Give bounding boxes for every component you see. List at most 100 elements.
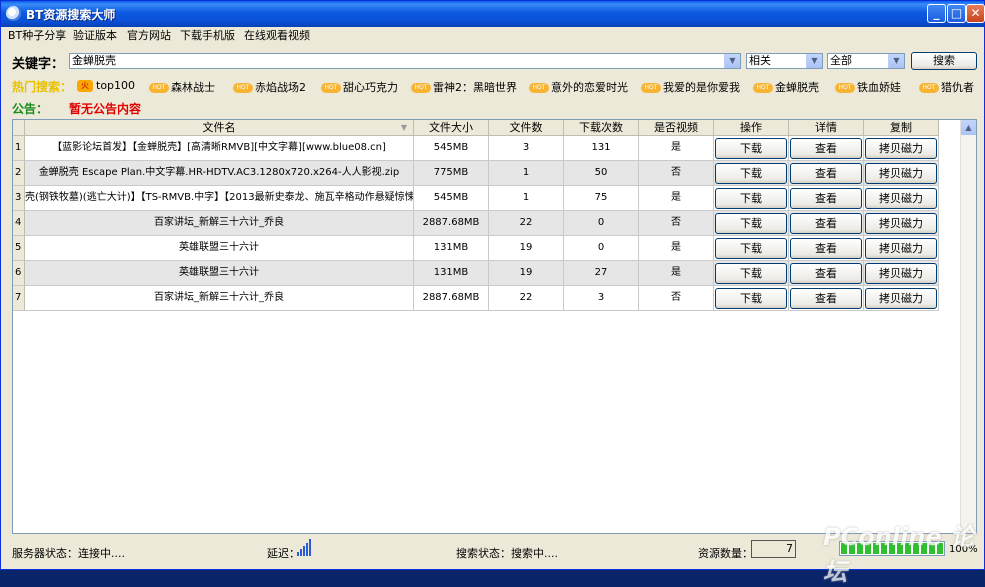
column-header-action[interactable]: 操作 <box>714 120 789 136</box>
hot-badge-icon: HOT <box>411 83 431 93</box>
download-count-cell: 27 <box>564 261 639 286</box>
copy-magnet-button[interactable]: 拷贝磁力 <box>865 188 937 209</box>
server-status: 服务器状态：连接中.... <box>12 545 125 561</box>
file-name-cell: 英雄联盟三十六计 <box>25 261 414 286</box>
hot-tag[interactable]: HOT 金蝉脱壳 <box>753 79 819 95</box>
row-number: 4 <box>13 211 25 236</box>
menu-official-site[interactable]: 官方网站 <box>127 27 171 43</box>
file-size-cell: 2887.68MB <box>414 211 489 236</box>
download-button[interactable]: 下载 <box>715 238 787 259</box>
hot-tag-label: 赤焰战场2 <box>255 81 306 94</box>
download-button[interactable]: 下载 <box>715 263 787 284</box>
is-video-cell: 否 <box>639 211 714 236</box>
sort-select[interactable]: 相关 ▼ <box>746 53 823 69</box>
download-button[interactable]: 下载 <box>715 138 787 159</box>
copy-magnet-button[interactable]: 拷贝磁力 <box>865 238 937 259</box>
column-header-downloads[interactable]: 下载次数 <box>564 120 639 136</box>
menu-watch-online[interactable]: 在线观看视频 <box>244 27 310 43</box>
hot-tag[interactable]: HOT 意外的恋爱时光 <box>529 79 628 95</box>
hot-tag[interactable]: HOT 猎仇者 <box>919 79 974 95</box>
column-header-files[interactable]: 文件数 <box>489 120 564 136</box>
view-detail-button[interactable]: 查看 <box>790 163 862 184</box>
button-cell: 下载 <box>714 136 789 161</box>
file-count-cell: 19 <box>489 261 564 286</box>
file-count-cell: 19 <box>489 236 564 261</box>
copy-magnet-button[interactable]: 拷贝磁力 <box>865 288 937 309</box>
keyword-value: 金蝉脱壳 <box>72 54 116 67</box>
download-button[interactable]: 下载 <box>715 163 787 184</box>
search-button[interactable]: 搜索 <box>911 52 977 70</box>
scroll-up-icon[interactable]: ▲ <box>961 120 976 135</box>
hot-tag[interactable]: HOT 雷神2：黑暗世界 <box>411 79 517 95</box>
category-select[interactable]: 全部 ▼ <box>827 53 905 69</box>
hot-tag-label: 意外的恋爱时光 <box>551 81 628 94</box>
row-number: 2 <box>13 161 25 186</box>
row-number: 7 <box>13 286 25 311</box>
is-video-cell: 否 <box>639 286 714 311</box>
menu-verify-version[interactable]: 验证版本 <box>73 27 117 43</box>
view-detail-button[interactable]: 查看 <box>790 238 862 259</box>
column-header-detail[interactable]: 详情 <box>789 120 864 136</box>
menu-bt-share[interactable]: BT种子分享 <box>8 27 66 43</box>
download-button[interactable]: 下载 <box>715 288 787 309</box>
button-cell: 下载 <box>714 261 789 286</box>
is-video-cell: 否 <box>639 161 714 186</box>
column-header-size[interactable]: 文件大小 <box>414 120 489 136</box>
hot-tag[interactable]: HOT 森林战士 <box>149 79 215 95</box>
file-count-cell: 22 <box>489 286 564 311</box>
hot-badge-icon: HOT <box>835 83 855 93</box>
hot-tag-label: 雷神2：黑暗世界 <box>433 81 517 94</box>
view-detail-button[interactable]: 查看 <box>790 188 862 209</box>
hot-tag[interactable]: HOT 我爱的是你爱我 <box>641 79 740 95</box>
hot-tag-top100[interactable]: 火 top100 <box>77 79 135 92</box>
title-bar[interactable]: BT资源搜索大师 _ □ ✕ <box>1 1 985 27</box>
file-size-cell: 131MB <box>414 261 489 286</box>
file-count-cell: 3 <box>489 136 564 161</box>
hot-badge-icon: HOT <box>149 83 169 93</box>
view-detail-button[interactable]: 查看 <box>790 288 862 309</box>
chevron-down-icon[interactable]: ▼ <box>724 54 740 68</box>
copy-magnet-button[interactable]: 拷贝磁力 <box>865 138 937 159</box>
hot-badge-icon: HOT <box>529 83 549 93</box>
copy-magnet-button[interactable]: 拷贝磁力 <box>865 163 937 184</box>
results-grid: 文件名 ▼ 文件大小 文件数 下载次数 是否视频 操作 详情 复制 1 【蓝影论坛首… <box>12 119 977 534</box>
download-button[interactable]: 下载 <box>715 188 787 209</box>
hot-badge-icon: HOT <box>641 83 661 93</box>
view-detail-button[interactable]: 查看 <box>790 138 862 159</box>
keyword-combo[interactable]: 金蝉脱壳 ▼ <box>69 53 741 69</box>
copy-magnet-button[interactable]: 拷贝磁力 <box>865 263 937 284</box>
minimize-button[interactable]: _ <box>927 4 946 23</box>
menu-mobile-download[interactable]: 下载手机版 <box>180 27 235 43</box>
is-video-cell: 是 <box>639 136 714 161</box>
view-detail-button[interactable]: 查看 <box>790 263 862 284</box>
download-count-cell: 50 <box>564 161 639 186</box>
download-count-cell: 131 <box>564 136 639 161</box>
view-detail-button[interactable]: 查看 <box>790 213 862 234</box>
vertical-scrollbar[interactable]: ▲ <box>960 120 976 533</box>
file-name-cell: 百家讲坛_新解三十六计_乔良 <box>25 286 414 311</box>
hot-tag[interactable]: HOT 甜心巧克力 <box>321 79 398 95</box>
download-button[interactable]: 下载 <box>715 213 787 234</box>
button-cell: 拷贝磁力 <box>864 236 939 261</box>
download-count-cell: 3 <box>564 286 639 311</box>
copy-magnet-button[interactable]: 拷贝磁力 <box>865 213 937 234</box>
button-cell: 下载 <box>714 236 789 261</box>
notice-text: 暂无公告内容 <box>69 102 142 116</box>
is-video-cell: 是 <box>639 261 714 286</box>
main-window: BT资源搜索大师 _ □ ✕ BT种子分享 验证版本 官方网站 下载手机版 在线… <box>0 0 985 586</box>
hot-tag-label: 铁血娇娃 <box>857 81 901 94</box>
file-name-cell: 壳(钢铁牧墓)(逃亡大计)】【TS-RMVB.中字】【2013最新史泰龙、施瓦辛… <box>25 186 414 211</box>
column-header-copy[interactable]: 复制 <box>864 120 939 136</box>
search-status-value: 搜索中.... <box>511 547 558 560</box>
chevron-down-icon[interactable]: ▼ <box>806 54 822 68</box>
file-count-cell: 22 <box>489 211 564 236</box>
button-cell: 查看 <box>789 211 864 236</box>
chevron-down-icon[interactable]: ▼ <box>888 54 904 68</box>
hot-tag[interactable]: HOT 赤焰战场2 <box>233 79 306 95</box>
hot-tag[interactable]: HOT 铁血娇娃 <box>835 79 901 95</box>
column-header-video[interactable]: 是否视频 <box>639 120 714 136</box>
maximize-button[interactable]: □ <box>947 4 966 23</box>
column-header-filename[interactable]: 文件名 ▼ <box>25 120 414 136</box>
close-button[interactable]: ✕ <box>966 4 985 23</box>
button-cell: 查看 <box>789 136 864 161</box>
